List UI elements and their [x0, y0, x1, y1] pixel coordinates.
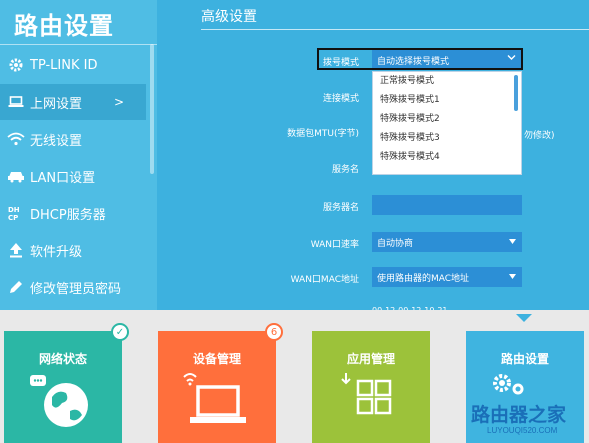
upload-icon: [4, 242, 28, 258]
pencil-icon: [4, 279, 28, 295]
page-title: 高级设置: [201, 9, 257, 25]
dropdown-option[interactable]: 特殊拨号模式1: [373, 91, 521, 110]
dropdown-option[interactable]: 正常拨号模式: [373, 72, 521, 91]
tile-device-management[interactable]: 设备管理 6: [158, 323, 283, 443]
server-name-input[interactable]: [372, 195, 522, 215]
laptop-icon: [4, 95, 28, 109]
tile-label: 路由设置: [500, 352, 549, 366]
connect-mode-label: 连接模式: [322, 94, 359, 104]
title-divider: [201, 29, 589, 30]
tile-label: 应用管理: [346, 352, 395, 366]
tile-label: 网络状态: [38, 352, 87, 366]
sidebar: 路由设置 TP-LINK ID 上网设置 > 无线设置 LAN口设置 DH CP …: [0, 0, 157, 310]
sidebar-item-upgrade[interactable]: 软件升级: [0, 232, 146, 268]
dhcp-icon: DH CP: [4, 204, 28, 222]
device-count-badge: 6: [265, 323, 283, 341]
sidebar-title: 路由设置: [14, 12, 114, 40]
dropdown-option[interactable]: 特殊拨号模式3: [373, 129, 521, 148]
highlight-box: [317, 48, 523, 70]
wan-mac-label: WAN口MAC地址: [290, 275, 359, 285]
gear-icon: [493, 374, 524, 395]
caret-down-icon: [509, 272, 516, 281]
laptop-icon: [183, 373, 246, 423]
sidebar-scrollbar[interactable]: [150, 44, 154, 174]
sidebar-item-dhcp[interactable]: DH CP DHCP服务器: [0, 195, 146, 231]
tile-label: 设备管理: [192, 352, 241, 366]
service-name-label: 服务名: [331, 165, 359, 175]
wan-mac-value: 使用路由器的MAC地址: [377, 273, 470, 284]
wifi-icon: [4, 132, 28, 146]
mtu-label: 数据包MTU(字节): [287, 129, 359, 139]
svg-text:CP: CP: [8, 214, 18, 222]
dropdown-option[interactable]: 特殊拨号模式4: [373, 148, 521, 167]
apps-grid-icon: [341, 373, 392, 415]
main-panel: 高级设置 拨号模式 自动选择拨号模式 连接模式 数据包MTU(字节) 勿修改) …: [157, 0, 589, 310]
sidebar-item-label: 软件升级: [30, 244, 83, 260]
sidebar-divider: [0, 44, 157, 45]
server-name-label: 服务器名: [322, 203, 359, 213]
dropdown-option[interactable]: 特殊拨号模式2: [373, 110, 521, 129]
sidebar-item-label: TP-LINK ID: [30, 57, 98, 73]
sidebar-item-admin-password[interactable]: 修改管理员密码: [0, 269, 146, 305]
sidebar-item-internet[interactable]: 上网设置 >: [0, 84, 146, 120]
dropdown-scrollbar[interactable]: [514, 75, 518, 111]
sidebar-item-lan[interactable]: LAN口设置: [0, 158, 146, 194]
watermark: 路由器之家 LUYOUQI520.COM: [467, 398, 587, 442]
sidebar-item-label: 上网设置: [30, 96, 83, 112]
sidebar-item-wireless[interactable]: 无线设置: [0, 121, 146, 157]
dial-mode-dropdown[interactable]: 正常拨号模式 特殊拨号模式1 特殊拨号模式2 特殊拨号模式3 特殊拨号模式4: [372, 71, 522, 175]
caret-down-icon: [509, 237, 516, 246]
wan-speed-label: WAN口速率: [310, 240, 359, 250]
sidebar-item-label: 无线设置: [30, 133, 83, 149]
mtu-hint: 勿修改): [524, 131, 555, 141]
watermark-text: 路由器之家: [471, 404, 567, 426]
sidebar-item-label: DHCP服务器: [30, 207, 106, 223]
sidebar-item-label: LAN口设置: [30, 170, 96, 186]
check-icon: ✓: [111, 323, 129, 341]
wan-mac-select[interactable]: 使用路由器的MAC地址: [372, 267, 522, 287]
tile-network-status[interactable]: 网络状态 ✓: [4, 323, 129, 443]
sidebar-item-label: 修改管理员密码: [30, 281, 122, 297]
sidebar-item-tplink-id[interactable]: TP-LINK ID: [0, 47, 146, 83]
gear-icon: [4, 57, 28, 73]
active-tile-pointer: [516, 314, 532, 322]
svg-text:DH: DH: [8, 206, 20, 214]
tile-app-management[interactable]: 应用管理: [312, 331, 430, 443]
car-icon: [4, 169, 28, 183]
wan-speed-select[interactable]: 自动协商: [372, 232, 522, 252]
watermark-url: LUYOUQI520.COM: [487, 426, 558, 435]
chevron-right-icon: >: [113, 95, 124, 109]
globe-icon: [30, 375, 88, 427]
wan-speed-value: 自动协商: [377, 238, 414, 249]
